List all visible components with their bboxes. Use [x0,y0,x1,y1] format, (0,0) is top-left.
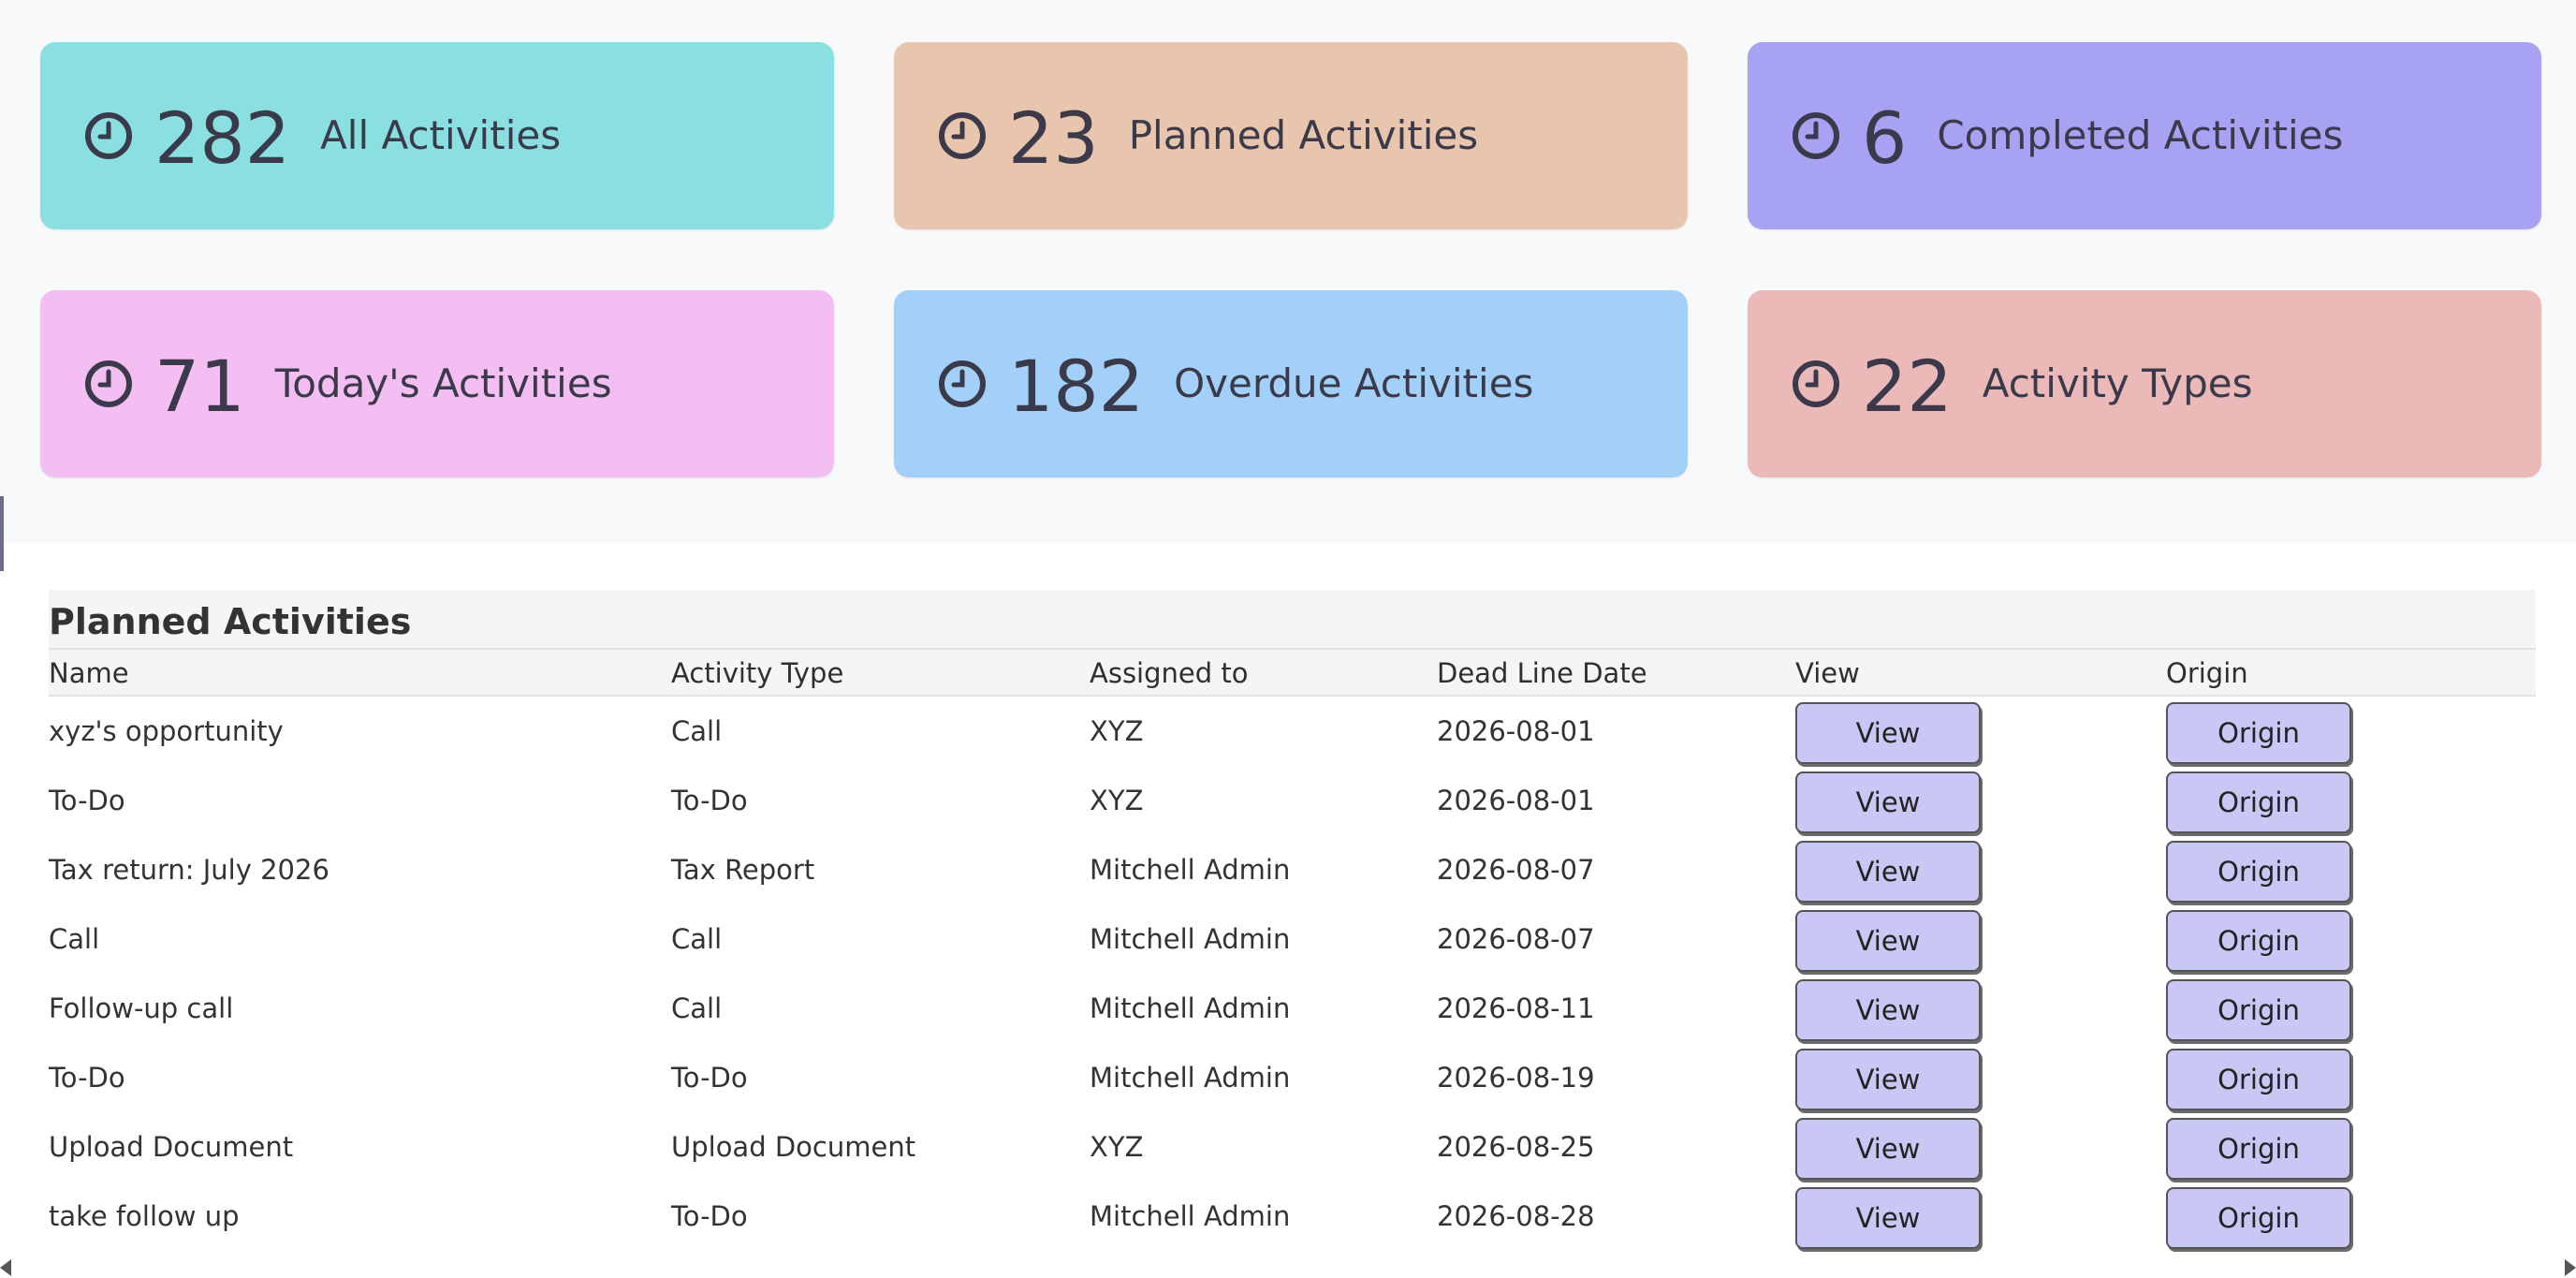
cell-name: Tax return: July 2026 [49,854,329,886]
cell-name: Upload Document [49,1131,294,1163]
cell-activity-type: Call [671,992,723,1024]
cell-name: take follow up [49,1200,240,1232]
cell-name: To-Do [49,785,125,816]
table-body: xyz's opportunity Call XYZ 2026-08-01 View Or… [49,697,2536,1251]
clock-icon [939,360,986,407]
scroll-left-arrow-icon[interactable] [0,1259,11,1276]
cell-assigned-to: Mitchell Admin [1090,923,1291,955]
view-button[interactable]: View [1795,702,1981,764]
cell-deadline-date: 2026-08-07 [1437,923,1595,955]
table-row: Follow-up call Call Mitchell Admin 2026-08-… [49,974,2536,1043]
origin-button[interactable]: Origin [2166,979,2351,1041]
card-overdue-activities[interactable]: 182 Overdue Activities [894,290,1688,477]
card-completed-activities[interactable]: 6 Completed Activities [1748,42,2541,229]
cell-activity-type: Call [671,923,723,955]
card-count: 6 [1862,96,1908,180]
card-count: 22 [1862,345,1953,428]
cell-deadline-date: 2026-08-19 [1437,1062,1595,1094]
cell-assigned-to: XYZ [1090,1131,1144,1163]
cell-deadline-date: 2026-08-01 [1437,785,1595,816]
card-activity-types[interactable]: 22 Activity Types [1748,290,2541,477]
origin-button[interactable]: Origin [2166,1118,2351,1180]
view-button[interactable]: View [1795,979,1981,1041]
planned-activities-section: Planned Activities Name Activity Type As… [49,590,2536,1251]
table-row: Upload Document Upload Document XYZ 2026-08… [49,1112,2536,1182]
clock-icon [1793,360,1839,407]
card-planned-activities[interactable]: 23 Planned Activities [894,42,1688,229]
clock-icon [1793,112,1839,159]
card-label: Planned Activities [1128,112,1479,158]
cell-deadline-date: 2026-08-07 [1437,854,1595,886]
view-button[interactable]: View [1795,1118,1981,1180]
table-row: To-Do To-Do XYZ 2026-08-01 View Origin [49,766,2536,835]
cell-assigned-to: Mitchell Admin [1090,1200,1291,1232]
cell-deadline-date: 2026-08-11 [1437,992,1595,1024]
origin-button[interactable]: Origin [2166,841,2351,903]
origin-button[interactable]: Origin [2166,910,2351,972]
table-row: xyz's opportunity Call XYZ 2026-08-01 View Or… [49,697,2536,766]
clock-icon [85,360,132,407]
table-row: take follow up To-Do Mitchell Admin 2026-08… [49,1182,2536,1251]
card-label: Completed Activities [1937,112,2344,158]
view-button[interactable]: View [1795,1187,1981,1249]
table-row: Call Call Mitchell Admin 2026-08-07 View Orig… [49,904,2536,974]
table-row: Tax return: July 2026 Tax Report Mitchell … [49,835,2536,904]
clock-icon [939,112,986,159]
cell-name: Call [49,923,100,955]
cell-activity-type: To-Do [671,1200,748,1232]
view-button[interactable]: View [1795,841,1981,903]
card-count: 23 [1008,96,1099,180]
cell-name: Follow-up call [49,992,234,1024]
origin-button[interactable]: Origin [2166,771,2351,833]
card-count: 282 [154,96,291,180]
cell-assigned-to: Mitchell Admin [1090,1062,1291,1094]
origin-button[interactable]: Origin [2166,702,2351,764]
card-count: 71 [154,345,245,428]
header-name: Name [49,657,129,689]
cell-name: xyz's opportunity [49,715,284,747]
cell-deadline-date: 2026-08-25 [1437,1131,1595,1163]
card-count: 182 [1008,345,1145,428]
cell-assigned-to: XYZ [1090,715,1144,747]
section-title: Planned Activities [49,590,2536,650]
card-label: All Activities [320,112,562,158]
cell-assigned-to: Mitchell Admin [1090,992,1291,1024]
cell-activity-type: Call [671,715,723,747]
cell-deadline-date: 2026-08-01 [1437,715,1595,747]
origin-button[interactable]: Origin [2166,1187,2351,1249]
sidebar-edge [0,496,4,571]
card-label: Activity Types [1982,360,2253,406]
cell-activity-type: To-Do [671,785,748,816]
header-origin: Origin [2166,657,2248,689]
header-assigned-to: Assigned to [1090,657,1249,689]
header-view: View [1795,657,1860,689]
header-activity-type: Activity Type [671,657,844,689]
cell-deadline-date: 2026-08-28 [1437,1200,1595,1232]
cell-activity-type: Tax Report [671,854,815,886]
header-deadline-date: Dead Line Date [1437,657,1647,689]
table-header: Name Activity Type Assigned to Dead Line… [49,650,2536,697]
view-button[interactable]: View [1795,910,1981,972]
view-button[interactable]: View [1795,1049,1981,1110]
clock-icon [85,112,132,159]
cell-activity-type: To-Do [671,1062,748,1094]
card-label: Overdue Activities [1174,360,1534,406]
cell-assigned-to: XYZ [1090,785,1144,816]
card-label: Today's Activities [274,360,612,406]
cell-activity-type: Upload Document [671,1131,916,1163]
view-button[interactable]: View [1795,771,1981,833]
scroll-right-arrow-icon[interactable] [2565,1259,2576,1276]
table-row: To-Do To-Do Mitchell Admin 2026-08-19 View Or… [49,1043,2536,1112]
cell-assigned-to: Mitchell Admin [1090,854,1291,886]
cell-name: To-Do [49,1062,125,1094]
card-todays-activities[interactable]: 71 Today's Activities [40,290,834,477]
origin-button[interactable]: Origin [2166,1049,2351,1110]
card-all-activities[interactable]: 282 All Activities [40,42,834,229]
